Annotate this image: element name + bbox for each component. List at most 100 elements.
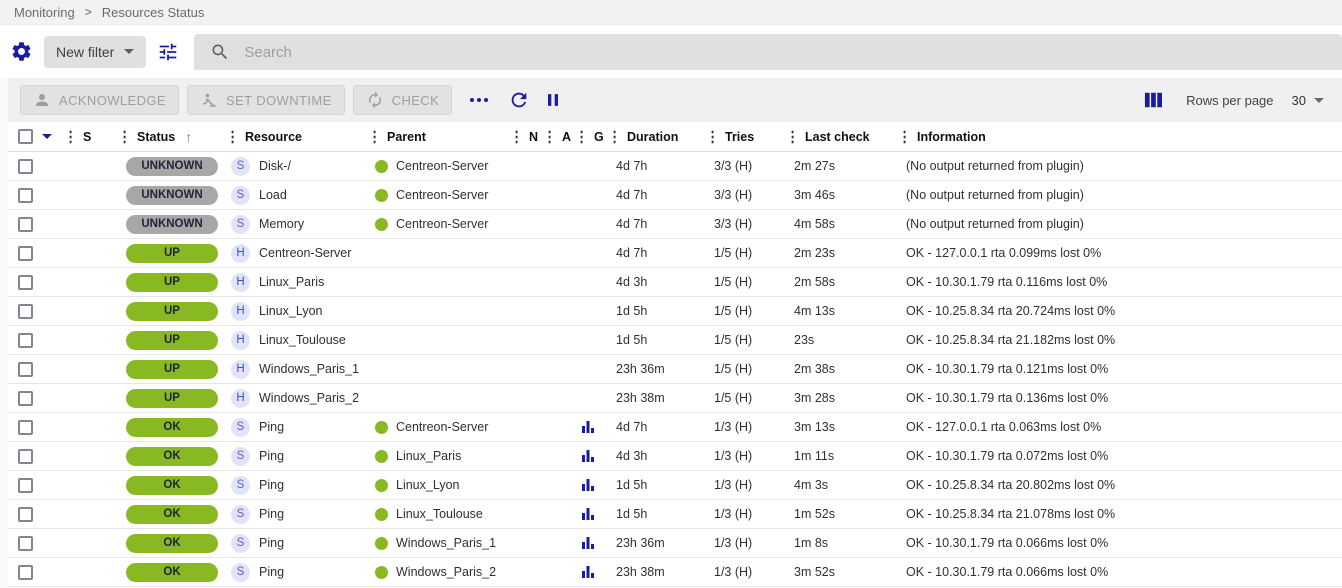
row-checkbox[interactable]	[18, 304, 33, 319]
drag-handle-icon[interactable]: ⋮	[706, 130, 719, 144]
row-checkbox[interactable]	[18, 217, 33, 232]
column-header-last_check[interactable]: ⋮Last check	[786, 130, 898, 144]
row-checkbox[interactable]	[18, 507, 33, 522]
filter-settings-button[interactable]	[4, 35, 38, 69]
check-button[interactable]: CHECK	[353, 85, 453, 115]
resource-cell[interactable]: SDisk-/	[226, 157, 368, 176]
resource-name[interactable]: Linux_Lyon	[259, 304, 322, 318]
resource-name[interactable]: Ping	[259, 507, 284, 521]
resource-cell[interactable]: SPing	[226, 534, 368, 553]
drag-handle-icon[interactable]: ⋮	[368, 130, 381, 144]
table-row[interactable]: OKSPingLinux_Paris4d 3h1/3 (H)1m 11sOK -…	[8, 442, 1342, 471]
column-header-status[interactable]: ⋮Status↑	[118, 129, 226, 145]
table-row[interactable]: UPHWindows_Paris_223h 38m1/5 (H)3m 28sOK…	[8, 384, 1342, 413]
search-bar[interactable]	[194, 34, 1342, 70]
row-checkbox[interactable]	[18, 449, 33, 464]
resource-name[interactable]: Load	[259, 188, 287, 202]
row-checkbox[interactable]	[18, 362, 33, 377]
drag-handle-icon[interactable]: ⋮	[118, 129, 131, 143]
rows-per-page-select[interactable]: 30	[1292, 93, 1328, 108]
table-row[interactable]: OKSPingWindows_Paris_123h 36m1/3 (H)1m 8…	[8, 529, 1342, 558]
chart-icon[interactable]	[581, 565, 595, 579]
row-checkbox[interactable]	[18, 478, 33, 493]
parent-name[interactable]: Windows_Paris_2	[396, 565, 496, 579]
drag-handle-icon[interactable]: ⋮	[510, 130, 523, 144]
parent-name[interactable]: Linux_Lyon	[396, 478, 459, 492]
chart-icon[interactable]	[581, 536, 595, 550]
column-header-a[interactable]: ⋮A	[543, 130, 575, 144]
resource-cell[interactable]: HWindows_Paris_2	[226, 389, 368, 408]
chart-icon[interactable]	[581, 507, 595, 521]
resource-name[interactable]: Linux_Toulouse	[259, 333, 346, 347]
table-row[interactable]: UPHLinux_Toulouse1d 5h1/5 (H)23sOK - 10.…	[8, 326, 1342, 355]
parent-name[interactable]: Centreon-Server	[396, 159, 488, 173]
column-header-s[interactable]: ⋮S	[64, 130, 118, 144]
search-input[interactable]	[244, 44, 644, 61]
table-row[interactable]: OKSPingLinux_Lyon1d 5h1/3 (H)4m 3sOK - 1…	[8, 471, 1342, 500]
parent-name[interactable]: Centreon-Server	[396, 217, 488, 231]
parent-cell[interactable]: Windows_Paris_1	[368, 536, 510, 550]
parent-cell[interactable]: Linux_Lyon	[368, 478, 510, 492]
parent-name[interactable]: Linux_Toulouse	[396, 507, 483, 521]
resource-cell[interactable]: HLinux_Toulouse	[226, 331, 368, 350]
resource-cell[interactable]: HLinux_Paris	[226, 273, 368, 292]
drag-handle-icon[interactable]: ⋮	[226, 130, 239, 144]
resource-name[interactable]: Linux_Paris	[259, 275, 324, 289]
row-checkbox[interactable]	[18, 333, 33, 348]
drag-handle-icon[interactable]: ⋮	[543, 130, 556, 144]
row-checkbox[interactable]	[18, 536, 33, 551]
resource-cell[interactable]: SMemory	[226, 215, 368, 234]
parent-name[interactable]: Windows_Paris_1	[396, 536, 496, 550]
display-mode-arrow-icon[interactable]	[42, 134, 52, 139]
acknowledge-button[interactable]: ACKNOWLEDGE	[20, 85, 179, 115]
pause-autorefresh-button[interactable]	[536, 83, 570, 117]
parent-cell[interactable]: Linux_Toulouse	[368, 507, 510, 521]
drag-handle-icon[interactable]: ⋮	[898, 130, 911, 144]
select-all-checkbox[interactable]	[18, 129, 33, 144]
table-row[interactable]: UNKNOWNSLoadCentreon-Server4d 7h3/3 (H)3…	[8, 181, 1342, 210]
column-header-information[interactable]: ⋮Information	[898, 130, 1342, 144]
chart-icon[interactable]	[581, 420, 595, 434]
parent-cell[interactable]: Centreon-Server	[368, 188, 510, 202]
column-header-resource[interactable]: ⋮Resource	[226, 130, 368, 144]
row-checkbox[interactable]	[18, 391, 33, 406]
resource-cell[interactable]: HWindows_Paris_1	[226, 360, 368, 379]
resource-name[interactable]: Ping	[259, 565, 284, 579]
row-checkbox[interactable]	[18, 246, 33, 261]
resource-name[interactable]: Ping	[259, 478, 284, 492]
resource-name[interactable]: Memory	[259, 217, 304, 231]
row-checkbox[interactable]	[18, 159, 33, 174]
row-checkbox[interactable]	[18, 420, 33, 435]
parent-cell[interactable]: Windows_Paris_2	[368, 565, 510, 579]
resource-cell[interactable]: SPing	[226, 447, 368, 466]
more-actions-button[interactable]	[470, 98, 488, 102]
resource-cell[interactable]: SPing	[226, 505, 368, 524]
chart-icon[interactable]	[581, 449, 595, 463]
column-header-tries[interactable]: ⋮Tries	[706, 130, 786, 144]
resource-name[interactable]: Centreon-Server	[259, 246, 351, 260]
parent-name[interactable]: Centreon-Server	[396, 188, 488, 202]
resource-name[interactable]: Windows_Paris_1	[259, 362, 359, 376]
column-header-g[interactable]: ⋮G	[575, 130, 608, 144]
resource-name[interactable]: Windows_Paris_2	[259, 391, 359, 405]
breadcrumb-monitoring[interactable]: Monitoring	[14, 5, 75, 20]
parent-cell[interactable]: Centreon-Server	[368, 420, 510, 434]
resource-name[interactable]: Ping	[259, 449, 284, 463]
row-checkbox[interactable]	[18, 565, 33, 580]
parent-cell[interactable]: Linux_Paris	[368, 449, 510, 463]
parent-name[interactable]: Linux_Paris	[396, 449, 461, 463]
drag-handle-icon[interactable]: ⋮	[786, 130, 799, 144]
table-row[interactable]: OKSPingCentreon-Server4d 7h1/3 (H)3m 13s…	[8, 413, 1342, 442]
resource-name[interactable]: Ping	[259, 536, 284, 550]
advanced-filter-button[interactable]	[150, 35, 186, 69]
resource-cell[interactable]: SPing	[226, 476, 368, 495]
refresh-button[interactable]	[502, 83, 536, 117]
set-downtime-button[interactable]: SET DOWNTIME	[187, 85, 345, 115]
column-header-n[interactable]: ⋮N	[510, 130, 543, 144]
parent-cell[interactable]: Centreon-Server	[368, 159, 510, 173]
column-header-duration[interactable]: ⋮Duration	[608, 130, 706, 144]
table-row[interactable]: UNKNOWNSDisk-/Centreon-Server4d 7h3/3 (H…	[8, 152, 1342, 181]
edit-columns-button[interactable]	[1136, 83, 1170, 117]
resource-cell[interactable]: SPing	[226, 418, 368, 437]
chart-icon[interactable]	[581, 478, 595, 492]
